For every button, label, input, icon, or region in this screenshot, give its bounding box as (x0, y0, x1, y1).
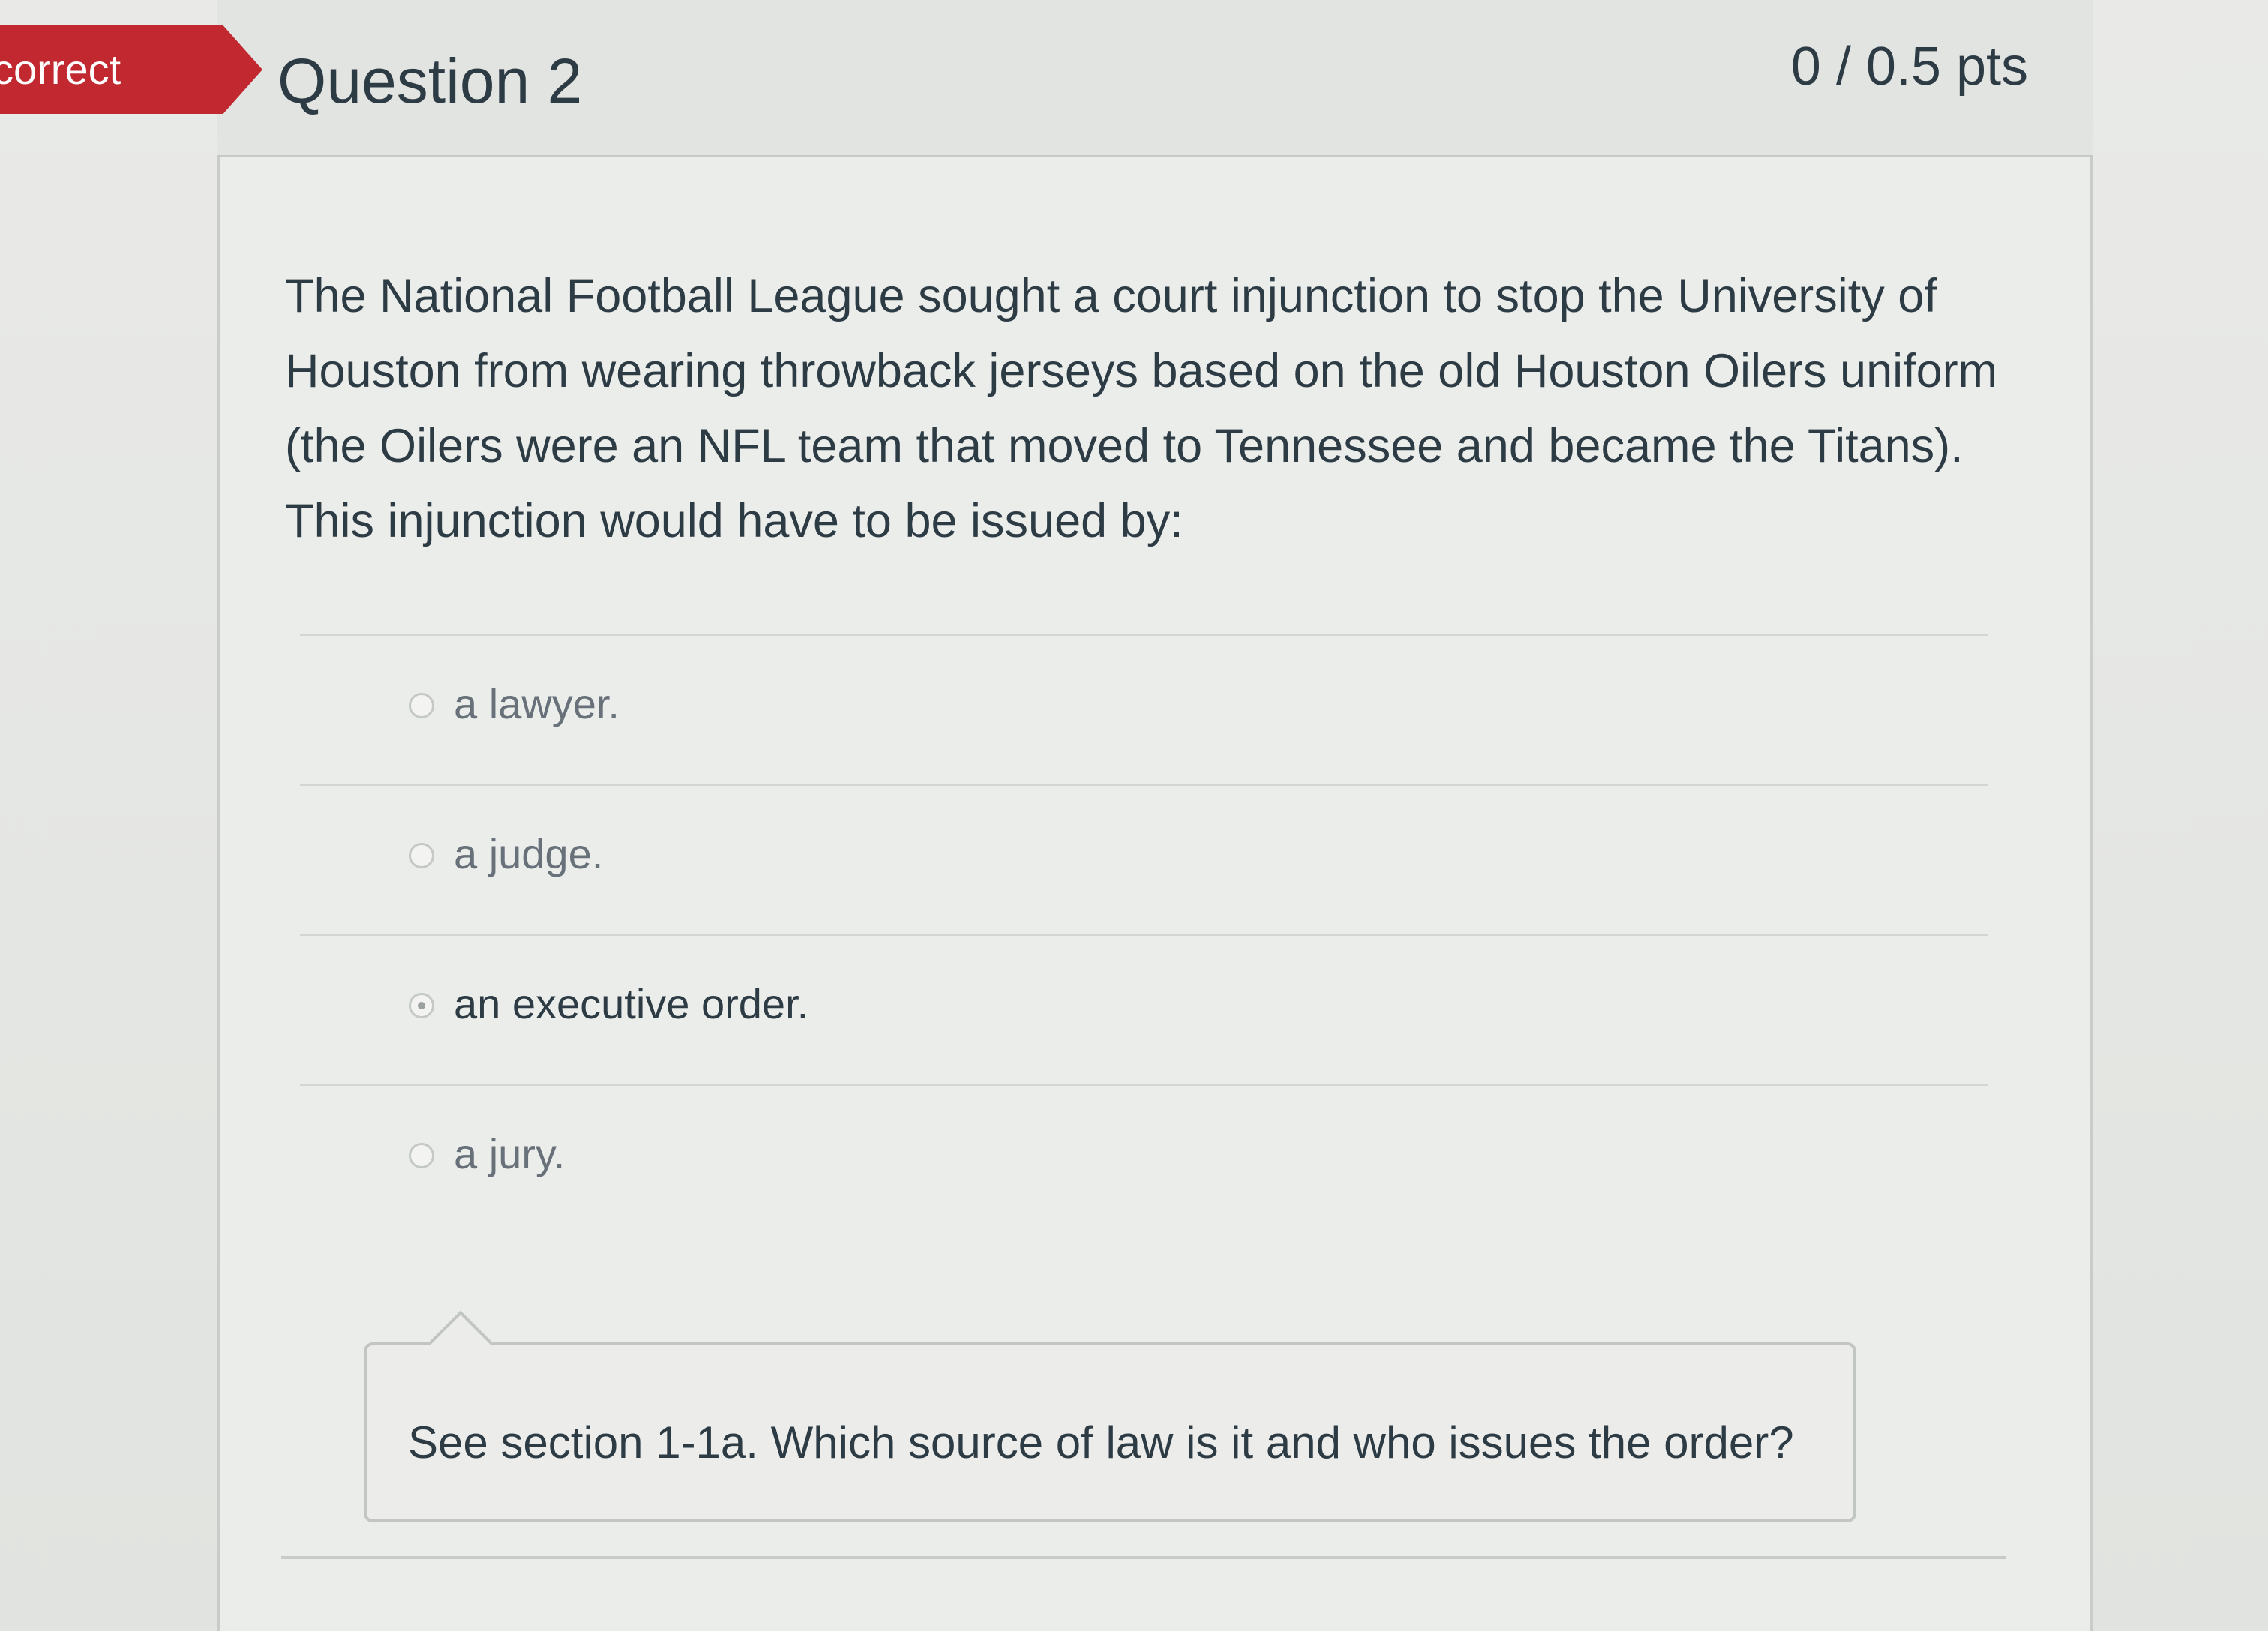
answer-option-selected[interactable]: an executive order. (300, 934, 1988, 1084)
question-title: Question 2 (278, 46, 583, 116)
feedback-comment: See section 1-1a. Which source of law is… (364, 1310, 1856, 1522)
card-bottom-divider (281, 1556, 2006, 1559)
radio-button-selected[interactable] (409, 993, 434, 1018)
answer-option[interactable]: a jury. (300, 1084, 1988, 1234)
incorrect-flag: correct (0, 25, 262, 114)
radio-button[interactable] (409, 843, 434, 868)
answer-list: a lawyer. a judge. an executive order. a… (300, 634, 1988, 1234)
answer-option[interactable]: a lawyer. (300, 634, 1988, 784)
radio-button[interactable] (409, 693, 434, 718)
answer-label: an executive order. (454, 980, 809, 1027)
answer-label: a judge. (454, 830, 604, 877)
question-points: 0 / 0.5 pts (1790, 37, 2028, 97)
answer-label: a jury. (454, 1130, 566, 1177)
feedback-text: See section 1-1a. Which source of law is… (408, 1417, 1794, 1468)
answer-option[interactable]: a judge. (300, 784, 1988, 934)
question-text: The National Football League sought a co… (285, 270, 1998, 547)
answer-label: a lawyer. (454, 680, 620, 727)
incorrect-flag-label: correct (0, 46, 122, 93)
radio-button[interactable] (409, 1143, 434, 1168)
